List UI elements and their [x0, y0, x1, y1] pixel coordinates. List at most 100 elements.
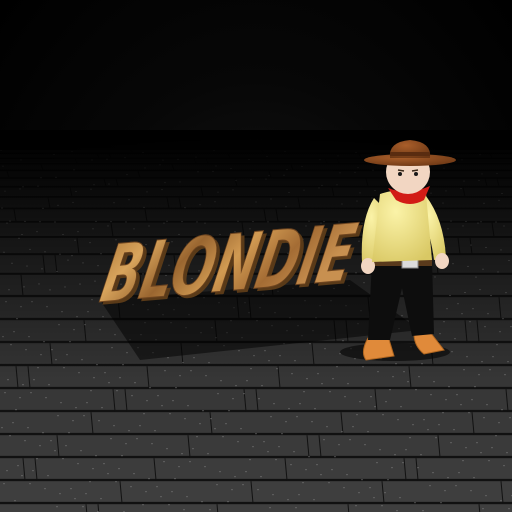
floor-speckle	[500, 500, 502, 502]
right-eyebrow	[411, 169, 419, 172]
floor-speckle	[72, 420, 74, 422]
floor-speckle	[329, 391, 331, 393]
render-scene: BLONDIE BLONDIE	[0, 0, 512, 512]
floor-speckle	[267, 451, 269, 453]
floor-speckle	[474, 386, 476, 388]
floor-speckle	[415, 389, 417, 391]
floor-speckle	[30, 392, 32, 394]
floor-speckle	[36, 458, 38, 460]
floor-speckle	[146, 400, 148, 402]
floor-speckle	[295, 507, 297, 509]
floor-speckle	[17, 465, 19, 467]
floor-speckle	[80, 450, 82, 452]
floor-speckle	[134, 382, 136, 384]
floor-speckle	[364, 444, 366, 446]
floor-speckle	[107, 473, 109, 475]
floor-speckle	[98, 420, 100, 422]
floor-speckle	[3, 483, 5, 485]
floor-speckle	[181, 453, 183, 455]
floor-speckle	[273, 403, 275, 405]
floor-speckle	[506, 452, 508, 454]
floor-speckle	[56, 506, 58, 508]
floor-speckle	[240, 428, 242, 430]
floor-speckle	[47, 475, 49, 477]
floor-speckle	[355, 505, 357, 507]
floor-speckle	[414, 502, 416, 504]
floor-speckle	[234, 476, 236, 478]
floor-speckle	[346, 474, 348, 476]
floor-speckle	[495, 435, 497, 437]
floor-speckle	[65, 445, 67, 447]
floor-speckle	[172, 400, 174, 402]
floor-speckle	[486, 404, 488, 406]
floor-speckle	[209, 509, 211, 511]
floor-speckle	[352, 426, 354, 428]
floor-speckle	[60, 402, 62, 404]
left-eye	[398, 172, 402, 176]
floor-speckle	[227, 501, 229, 503]
floor-speckle	[45, 397, 47, 399]
floor-speckle	[341, 431, 343, 433]
floor-speckle	[237, 441, 239, 443]
floor-speckle	[462, 460, 464, 462]
floor-speckle	[243, 393, 245, 395]
floor-speckle	[113, 425, 115, 427]
floor-speckle	[432, 472, 434, 474]
floor-speckle	[57, 415, 59, 417]
floor-speckle	[501, 409, 503, 411]
floor-speckle	[483, 417, 485, 419]
floor-speckle	[246, 380, 248, 382]
floor-speckle	[74, 498, 76, 500]
floor-speckle	[334, 456, 336, 458]
floor-speckle	[100, 498, 102, 500]
floor-speckle	[384, 492, 386, 494]
floor-speckle	[222, 436, 224, 438]
floor-speckle	[235, 385, 237, 387]
floor-speckle	[417, 467, 419, 469]
floor-speckle	[48, 384, 50, 386]
floor-speckle	[92, 468, 94, 470]
floor-speckle	[116, 390, 118, 392]
floor-speckle	[465, 447, 467, 449]
floor-speckle	[131, 395, 133, 397]
floor-speckle	[359, 401, 361, 403]
floor-speckle	[14, 500, 16, 502]
floor-speckle	[290, 464, 292, 466]
floor-speckle	[252, 446, 254, 448]
floor-speckle	[89, 481, 91, 483]
floor-speckle	[82, 506, 84, 508]
floor-speckle	[367, 431, 369, 433]
floor-speckle	[257, 489, 259, 491]
floor-speckle	[429, 485, 431, 487]
floor-speckle	[161, 405, 163, 407]
floor-speckle	[184, 418, 186, 420]
floor-speckle	[86, 402, 88, 404]
floor-speckle	[288, 408, 290, 410]
floor-speckle	[157, 395, 159, 397]
floor-speckle	[399, 497, 401, 499]
floor-speckle	[154, 430, 156, 432]
floor-speckle	[101, 407, 103, 409]
floor-speckle	[482, 508, 484, 510]
floor-speckle	[174, 478, 176, 480]
floor-speckle	[456, 394, 458, 396]
floor-speckle	[344, 396, 346, 398]
floor-speckle	[376, 462, 378, 464]
floor-speckle	[349, 439, 351, 441]
floor-speckle	[169, 413, 171, 415]
floor-speckle	[370, 396, 372, 398]
floor-speckle	[448, 386, 450, 388]
floor-speckle	[19, 397, 21, 399]
floor-speckle	[245, 471, 247, 473]
floor-speckle	[308, 456, 310, 458]
floor-speckle	[22, 384, 24, 386]
floor-speckle	[68, 432, 70, 434]
floor-speckle	[207, 453, 209, 455]
floor-speckle	[156, 486, 158, 488]
floor-speckle	[314, 408, 316, 410]
floor-plank-row	[0, 458, 512, 481]
floor-speckle	[175, 387, 177, 389]
floor-speckle	[232, 398, 234, 400]
floor-speckle	[394, 454, 396, 456]
floor-speckle	[422, 510, 424, 512]
